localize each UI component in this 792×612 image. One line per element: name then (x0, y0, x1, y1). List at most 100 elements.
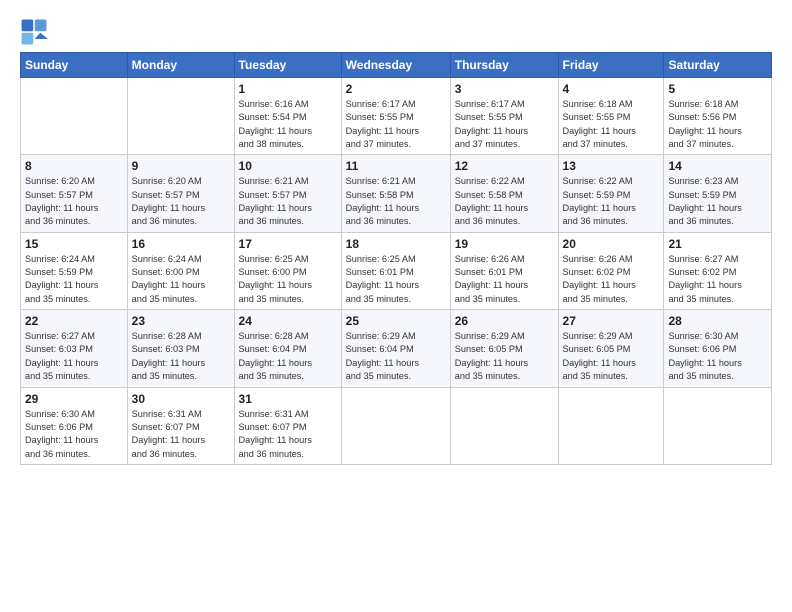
day-info: Sunrise: 6:30 AM Sunset: 6:06 PM Dayligh… (25, 408, 123, 461)
day-info: Sunrise: 6:29 AM Sunset: 6:04 PM Dayligh… (346, 330, 446, 383)
header (20, 18, 772, 46)
day-info: Sunrise: 6:30 AM Sunset: 6:06 PM Dayligh… (668, 330, 767, 383)
day-info: Sunrise: 6:26 AM Sunset: 6:01 PM Dayligh… (455, 253, 554, 306)
day-number: 8 (25, 159, 123, 173)
calendar-cell: 3Sunrise: 6:17 AM Sunset: 5:55 PM Daylig… (450, 78, 558, 155)
day-number: 31 (239, 392, 337, 406)
calendar-cell (450, 387, 558, 464)
calendar-cell: 4 Sunrise: 6:18 AM Sunset: 5:55 PM Daylig… (558, 78, 664, 155)
calendar-cell: 18Sunrise: 6:25 AM Sunset: 6:01 PM Dayli… (341, 232, 450, 309)
calendar-cell (21, 78, 128, 155)
day-info: Sunrise: 6:29 AM Sunset: 6:05 PM Dayligh… (563, 330, 660, 383)
day-info: Sunrise: 6:22 AM Sunset: 5:59 PM Dayligh… (563, 175, 660, 228)
day-info: Sunrise: 6:27 AM Sunset: 6:03 PM Dayligh… (25, 330, 123, 383)
calendar-cell: 11 Sunrise: 6:21 AM Sunset: 5:58 PM Dayli… (341, 155, 450, 232)
day-number: 30 (132, 392, 230, 406)
day-number: 4 (563, 82, 660, 96)
day-number: 25 (346, 314, 446, 328)
calendar-cell: 13 Sunrise: 6:22 AM Sunset: 5:59 PM Dayli… (558, 155, 664, 232)
day-info: Sunrise: 6:23 AM Sunset: 5:59 PM Dayligh… (668, 175, 767, 228)
day-number: 2 (346, 82, 446, 96)
calendar-cell: 9Sunrise: 6:20 AM Sunset: 5:57 PM Daylig… (127, 155, 234, 232)
calendar-cell: 29 Sunrise: 6:30 AM Sunset: 6:06 PM Dayli… (21, 387, 128, 464)
day-number: 14 (668, 159, 767, 173)
day-info: Sunrise: 6:18 AM Sunset: 5:55 PM Dayligh… (563, 98, 660, 151)
calendar-cell: 24 Sunrise: 6:28 AM Sunset: 6:04 PM Dayli… (234, 310, 341, 387)
day-info: Sunrise: 6:17 AM Sunset: 5:55 PM Dayligh… (346, 98, 446, 151)
day-number: 26 (455, 314, 554, 328)
calendar-cell: 12 Sunrise: 6:22 AM Sunset: 5:58 PM Dayli… (450, 155, 558, 232)
day-info: Sunrise: 6:27 AM Sunset: 6:02 PM Dayligh… (668, 253, 767, 306)
calendar-table: SundayMondayTuesdayWednesdayThursdayFrid… (20, 52, 772, 465)
day-number: 20 (563, 237, 660, 251)
day-info: Sunrise: 6:31 AM Sunset: 6:07 PM Dayligh… (132, 408, 230, 461)
day-number: 13 (563, 159, 660, 173)
calendar-cell: 17Sunrise: 6:25 AM Sunset: 6:00 PM Dayli… (234, 232, 341, 309)
week-row-1: 1 Sunrise: 6:16 AM Sunset: 5:54 PM Daylig… (21, 78, 772, 155)
day-info: Sunrise: 6:31 AM Sunset: 6:07 PM Dayligh… (239, 408, 337, 461)
calendar-cell: 30 Sunrise: 6:31 AM Sunset: 6:07 PM Dayli… (127, 387, 234, 464)
week-row-5: 29 Sunrise: 6:30 AM Sunset: 6:06 PM Dayli… (21, 387, 772, 464)
day-info: Sunrise: 6:16 AM Sunset: 5:54 PM Dayligh… (239, 98, 337, 151)
calendar-cell: 10 Sunrise: 6:21 AM Sunset: 5:57 PM Dayli… (234, 155, 341, 232)
calendar-cell: 19Sunrise: 6:26 AM Sunset: 6:01 PM Dayli… (450, 232, 558, 309)
day-number: 17 (239, 237, 337, 251)
day-number: 5 (668, 82, 767, 96)
calendar-cell: 15Sunrise: 6:24 AM Sunset: 5:59 PM Dayli… (21, 232, 128, 309)
calendar-cell: 25 Sunrise: 6:29 AM Sunset: 6:04 PM Dayli… (341, 310, 450, 387)
day-number: 10 (239, 159, 337, 173)
day-number: 21 (668, 237, 767, 251)
calendar-cell: 28 Sunrise: 6:30 AM Sunset: 6:06 PM Dayli… (664, 310, 772, 387)
calendar-cell: 14 Sunrise: 6:23 AM Sunset: 5:59 PM Dayli… (664, 155, 772, 232)
week-row-3: 15Sunrise: 6:24 AM Sunset: 5:59 PM Dayli… (21, 232, 772, 309)
day-info: Sunrise: 6:17 AM Sunset: 5:55 PM Dayligh… (455, 98, 554, 151)
calendar-cell: 31 Sunrise: 6:31 AM Sunset: 6:07 PM Dayli… (234, 387, 341, 464)
day-info: Sunrise: 6:21 AM Sunset: 5:57 PM Dayligh… (239, 175, 337, 228)
day-info: Sunrise: 6:22 AM Sunset: 5:58 PM Dayligh… (455, 175, 554, 228)
calendar-cell: 5 Sunrise: 6:18 AM Sunset: 5:56 PM Daylig… (664, 78, 772, 155)
calendar-cell (127, 78, 234, 155)
weekday-header-monday: Monday (127, 53, 234, 78)
calendar-cell: 27 Sunrise: 6:29 AM Sunset: 6:05 PM Dayli… (558, 310, 664, 387)
calendar-cell: 26Sunrise: 6:29 AM Sunset: 6:05 PM Dayli… (450, 310, 558, 387)
calendar-cell: 16Sunrise: 6:24 AM Sunset: 6:00 PM Dayli… (127, 232, 234, 309)
calendar-cell: 21 Sunrise: 6:27 AM Sunset: 6:02 PM Dayli… (664, 232, 772, 309)
calendar-cell: 23 Sunrise: 6:28 AM Sunset: 6:03 PM Dayli… (127, 310, 234, 387)
weekday-header-friday: Friday (558, 53, 664, 78)
weekday-header-tuesday: Tuesday (234, 53, 341, 78)
logo-icon (20, 18, 48, 46)
day-number: 29 (25, 392, 123, 406)
day-number: 27 (563, 314, 660, 328)
calendar-cell (558, 387, 664, 464)
day-info: Sunrise: 6:20 AM Sunset: 5:57 PM Dayligh… (25, 175, 123, 228)
day-info: Sunrise: 6:18 AM Sunset: 5:56 PM Dayligh… (668, 98, 767, 151)
calendar-cell: 8 Sunrise: 6:20 AM Sunset: 5:57 PM Daylig… (21, 155, 128, 232)
week-row-2: 8 Sunrise: 6:20 AM Sunset: 5:57 PM Daylig… (21, 155, 772, 232)
day-number: 28 (668, 314, 767, 328)
calendar-cell: 22 Sunrise: 6:27 AM Sunset: 6:03 PM Dayli… (21, 310, 128, 387)
calendar-cell: 1 Sunrise: 6:16 AM Sunset: 5:54 PM Daylig… (234, 78, 341, 155)
day-number: 23 (132, 314, 230, 328)
day-number: 11 (346, 159, 446, 173)
weekday-header-row: SundayMondayTuesdayWednesdayThursdayFrid… (21, 53, 772, 78)
day-number: 24 (239, 314, 337, 328)
day-number: 22 (25, 314, 123, 328)
calendar-cell (341, 387, 450, 464)
weekday-header-wednesday: Wednesday (341, 53, 450, 78)
day-number: 18 (346, 237, 446, 251)
day-number: 12 (455, 159, 554, 173)
day-info: Sunrise: 6:21 AM Sunset: 5:58 PM Dayligh… (346, 175, 446, 228)
day-info: Sunrise: 6:24 AM Sunset: 6:00 PM Dayligh… (132, 253, 230, 306)
calendar-cell: 2 Sunrise: 6:17 AM Sunset: 5:55 PM Daylig… (341, 78, 450, 155)
day-info: Sunrise: 6:20 AM Sunset: 5:57 PM Dayligh… (132, 175, 230, 228)
day-number: 15 (25, 237, 123, 251)
weekday-header-saturday: Saturday (664, 53, 772, 78)
day-info: Sunrise: 6:28 AM Sunset: 6:04 PM Dayligh… (239, 330, 337, 383)
weekday-header-thursday: Thursday (450, 53, 558, 78)
logo (20, 18, 52, 46)
day-info: Sunrise: 6:26 AM Sunset: 6:02 PM Dayligh… (563, 253, 660, 306)
day-info: Sunrise: 6:28 AM Sunset: 6:03 PM Dayligh… (132, 330, 230, 383)
calendar-cell: 20 Sunrise: 6:26 AM Sunset: 6:02 PM Dayli… (558, 232, 664, 309)
day-number: 1 (239, 82, 337, 96)
calendar-cell (664, 387, 772, 464)
